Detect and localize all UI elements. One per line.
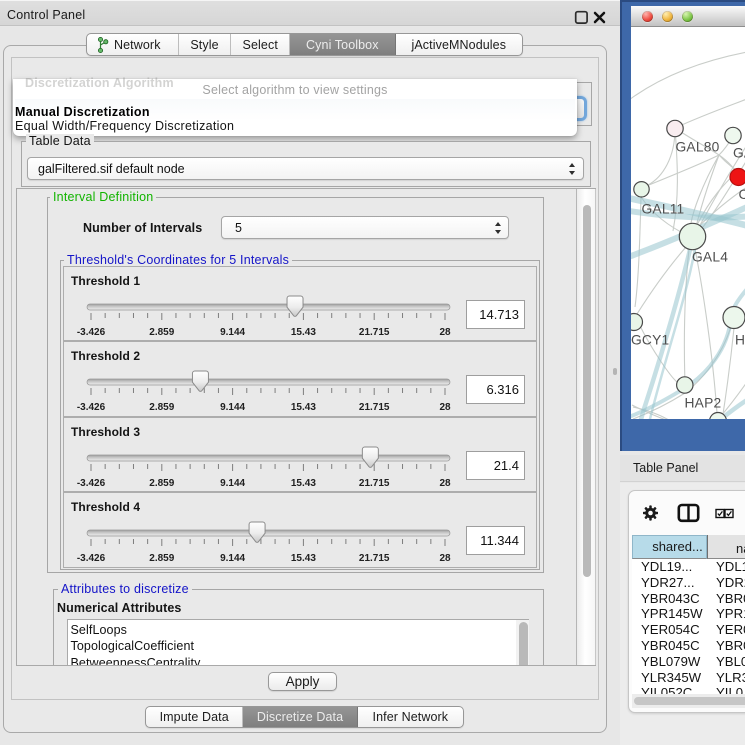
svg-text:HAP2: HAP2: [685, 396, 722, 411]
svg-text:GAL11: GAL11: [642, 202, 685, 217]
svg-text:GA: GA: [733, 146, 745, 161]
svg-text:GAL80: GAL80: [676, 140, 720, 155]
svg-text:C: C: [739, 187, 745, 202]
svg-text:GCY1: GCY1: [631, 333, 669, 348]
svg-text:GAL4: GAL4: [692, 250, 728, 265]
svg-text:H: H: [735, 333, 745, 348]
